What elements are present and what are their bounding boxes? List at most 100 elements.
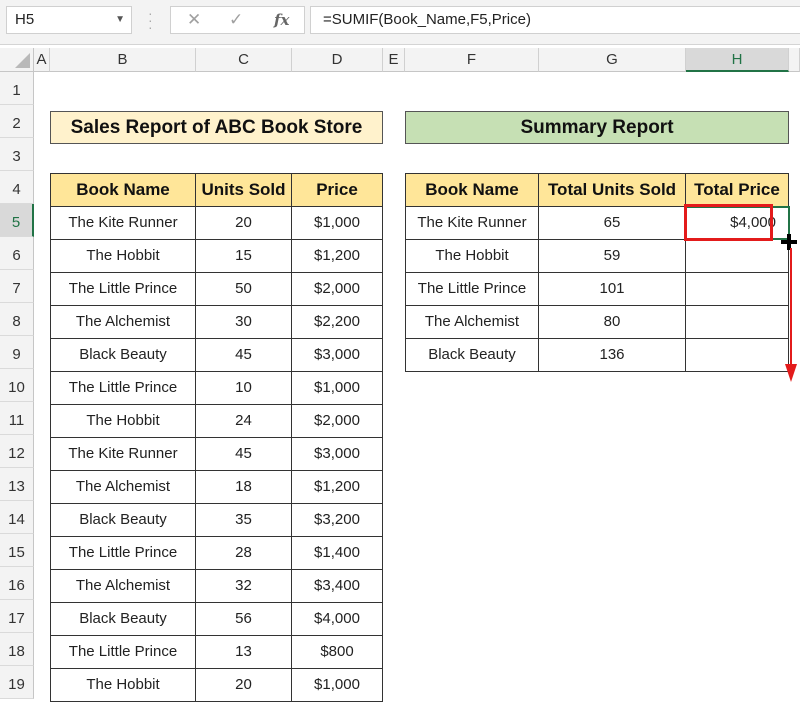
summary-report-cell[interactable] [686,240,789,273]
sales-report-cell[interactable]: The Hobbit [50,669,196,702]
column-header-e[interactable]: E [383,48,405,72]
sales-report-cell[interactable]: The Alchemist [50,471,196,504]
summary-report-header-cell[interactable]: Total Units Sold [539,173,686,207]
sales-report-cell[interactable]: 35 [196,504,292,537]
summary-report-cell[interactable]: 101 [539,273,686,306]
sales-report-cell[interactable]: $3,400 [292,570,383,603]
sales-report-cell[interactable]: The Alchemist [50,306,196,339]
sales-report-cell[interactable]: 24 [196,405,292,438]
sales-report-cell[interactable]: 15 [196,240,292,273]
column-header-b[interactable]: B [50,48,196,72]
column-header-i[interactable] [789,48,800,72]
sales-report-cell[interactable]: The Little Prince [50,372,196,405]
name-box[interactable]: H5 ▼ [6,6,132,34]
column-header-f[interactable]: F [405,48,539,72]
sales-report-cell[interactable]: $1,000 [292,372,383,405]
sales-report-cell[interactable]: $2,000 [292,273,383,306]
summary-report-title[interactable]: Summary Report [405,111,789,144]
row-header-18[interactable]: 18 [0,633,34,666]
sales-report-header-cell[interactable]: Book Name [50,173,196,207]
sales-report-cell[interactable]: 18 [196,471,292,504]
sales-report-cell[interactable]: Black Beauty [50,504,196,537]
row-header-13[interactable]: 13 [0,468,34,501]
row-header-1[interactable]: 1 [0,72,34,105]
column-header-g[interactable]: G [539,48,686,72]
row-header-2[interactable]: 2 [0,105,34,138]
row-header-17[interactable]: 17 [0,600,34,633]
sales-report-cell[interactable]: 56 [196,603,292,636]
sales-report-cell[interactable]: $1,000 [292,669,383,702]
sales-report-cell[interactable]: The Little Prince [50,636,196,669]
summary-report-cell[interactable]: 136 [539,339,686,372]
sales-report-cell[interactable]: The Alchemist [50,570,196,603]
insert-function-icon[interactable]: fx [274,11,289,29]
summary-report-header-cell[interactable]: Book Name [405,173,539,207]
sales-report-cell[interactable]: $1,200 [292,471,383,504]
select-all-button[interactable] [0,48,34,72]
sales-report-cell[interactable]: $800 [292,636,383,669]
sales-report-cell[interactable]: $1,000 [292,207,383,240]
row-header-3[interactable]: 3 [0,138,34,171]
row-header-11[interactable]: 11 [0,402,34,435]
row-header-14[interactable]: 14 [0,501,34,534]
chevron-down-icon[interactable]: ▼ [115,7,125,33]
sales-report-cell[interactable]: 30 [196,306,292,339]
sales-report-cell[interactable]: 32 [196,570,292,603]
sales-report-cell[interactable]: 28 [196,537,292,570]
summary-report-cell[interactable] [686,306,789,339]
sales-report-cell[interactable]: 13 [196,636,292,669]
sales-report-cell[interactable]: The Kite Runner [50,438,196,471]
sales-report-cell[interactable]: 45 [196,438,292,471]
summary-report-header-cell[interactable]: Total Price [686,173,789,207]
row-header-9[interactable]: 9 [0,336,34,369]
summary-report-cell[interactable]: The Alchemist [405,306,539,339]
summary-report-cell[interactable]: 80 [539,306,686,339]
row-header-4[interactable]: 4 [0,171,34,204]
sales-report-cell[interactable]: $3,000 [292,438,383,471]
enter-icon[interactable]: ✓ [229,10,243,30]
sales-report-title[interactable]: Sales Report of ABC Book Store [50,111,383,144]
sales-report-cell[interactable]: $1,200 [292,240,383,273]
sales-report-cell[interactable]: Black Beauty [50,603,196,636]
sales-report-cell[interactable]: 45 [196,339,292,372]
sales-report-cell[interactable]: The Hobbit [50,405,196,438]
column-header-a[interactable]: A [34,48,50,72]
sales-report-cell[interactable]: 20 [196,669,292,702]
sales-report-cell[interactable]: $2,200 [292,306,383,339]
sales-report-cell[interactable]: 20 [196,207,292,240]
summary-report-cell[interactable]: 65 [539,207,686,240]
column-header-d[interactable]: D [292,48,383,72]
cancel-icon[interactable]: ✕ [187,10,201,30]
sales-report-header-cell[interactable]: Units Sold [196,173,292,207]
column-header-c[interactable]: C [196,48,292,72]
row-header-5[interactable]: 5 [0,204,34,237]
sales-report-cell[interactable]: The Hobbit [50,240,196,273]
sales-report-cell[interactable]: $2,000 [292,405,383,438]
row-header-15[interactable]: 15 [0,534,34,567]
sales-report-cell[interactable]: The Little Prince [50,273,196,306]
row-header-7[interactable]: 7 [0,270,34,303]
row-header-6[interactable]: 6 [0,237,34,270]
sales-report-cell[interactable]: $1,400 [292,537,383,570]
row-header-10[interactable]: 10 [0,369,34,402]
summary-report-cell[interactable]: The Hobbit [405,240,539,273]
summary-report-cell[interactable]: 59 [539,240,686,273]
summary-report-cell[interactable]: Black Beauty [405,339,539,372]
sales-report-cell[interactable]: $3,000 [292,339,383,372]
row-header-8[interactable]: 8 [0,303,34,336]
sales-report-cell[interactable]: The Kite Runner [50,207,196,240]
sales-report-cell[interactable]: Black Beauty [50,339,196,372]
row-header-16[interactable]: 16 [0,567,34,600]
summary-report-cell[interactable] [686,273,789,306]
sales-report-header-cell[interactable]: Price [292,173,383,207]
sales-report-cell[interactable]: 10 [196,372,292,405]
row-header-19[interactable]: 19 [0,666,34,699]
summary-report-cell[interactable]: The Kite Runner [405,207,539,240]
row-header-12[interactable]: 12 [0,435,34,468]
drag-handle-icon[interactable]: · · · [148,6,153,34]
column-header-h[interactable]: H [686,48,789,72]
summary-report-cell[interactable] [686,339,789,372]
formula-input[interactable]: =SUMIF(Book_Name,F5,Price) [310,6,800,34]
summary-report-cell[interactable]: The Little Prince [405,273,539,306]
sales-report-cell[interactable]: $3,200 [292,504,383,537]
